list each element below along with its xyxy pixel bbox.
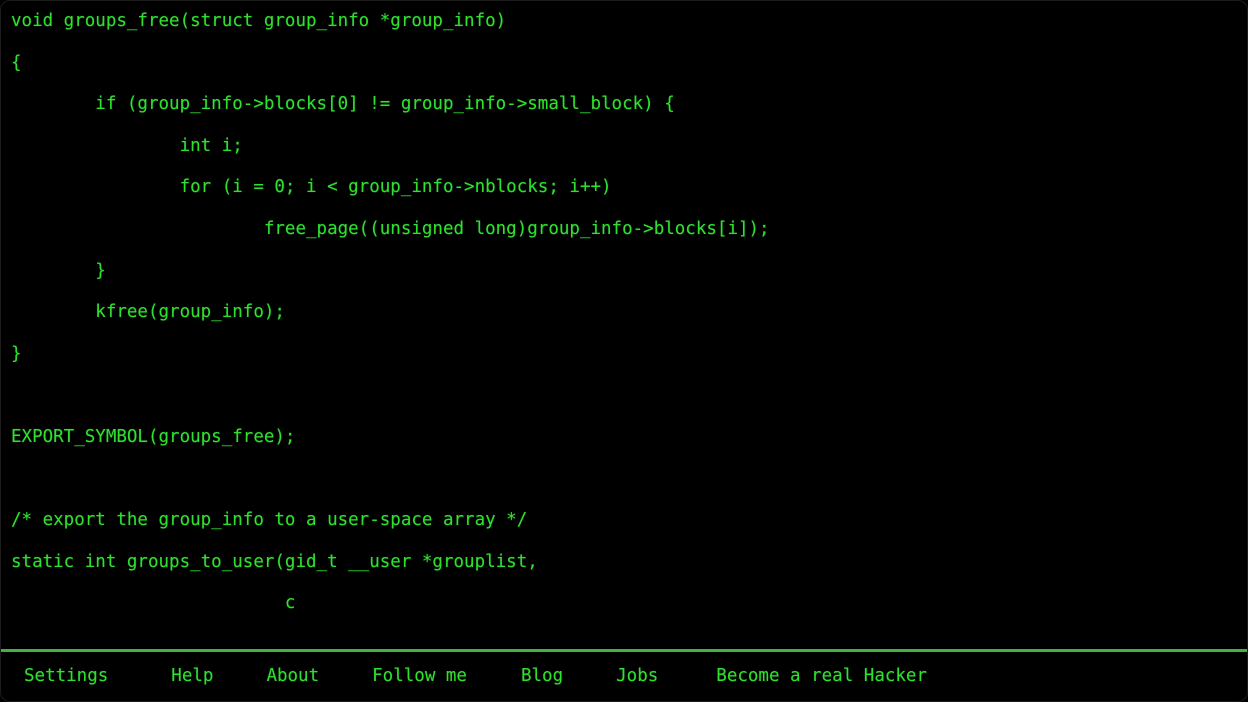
code-line: void groups_free(struct group_info *grou… xyxy=(11,11,507,31)
code-line: if (group_info->blocks[0] != group_info-… xyxy=(11,94,675,115)
nav-become-a-real-hacker[interactable]: Become a real Hacker xyxy=(716,652,927,701)
nav-settings[interactable]: Settings xyxy=(24,652,108,701)
nav-about[interactable]: About xyxy=(266,652,319,701)
code-line: EXPORT_SYMBOL(groups_free); xyxy=(11,426,296,447)
footer-nav: Settings Help About Follow me Blog Jobs … xyxy=(1,649,1247,701)
code-line: /* export the group_info to a user-space… xyxy=(11,510,528,531)
hacker-typer-window: void groups_free(struct group_info *grou… xyxy=(0,0,1248,702)
code-line-partial: c xyxy=(11,593,296,614)
code-line: } xyxy=(11,343,22,364)
code-line: for (i = 0; i < group_info->nblocks; i++… xyxy=(11,177,612,198)
nav-follow-me[interactable]: Follow me xyxy=(372,652,467,701)
code-line: { xyxy=(11,52,22,73)
code-line: free_page((unsigned long)group_info->blo… xyxy=(11,218,770,239)
code-output-area[interactable]: void groups_free(struct group_info *grou… xyxy=(1,1,1247,651)
nav-help[interactable]: Help xyxy=(171,652,213,701)
code-line: kfree(group_info); xyxy=(11,302,285,323)
code-line: int i; xyxy=(11,135,243,156)
nav-jobs[interactable]: Jobs xyxy=(616,652,658,701)
code-line: } xyxy=(11,260,106,281)
nav-blog[interactable]: Blog xyxy=(521,652,563,701)
code-line: static int groups_to_user(gid_t __user *… xyxy=(11,551,538,572)
